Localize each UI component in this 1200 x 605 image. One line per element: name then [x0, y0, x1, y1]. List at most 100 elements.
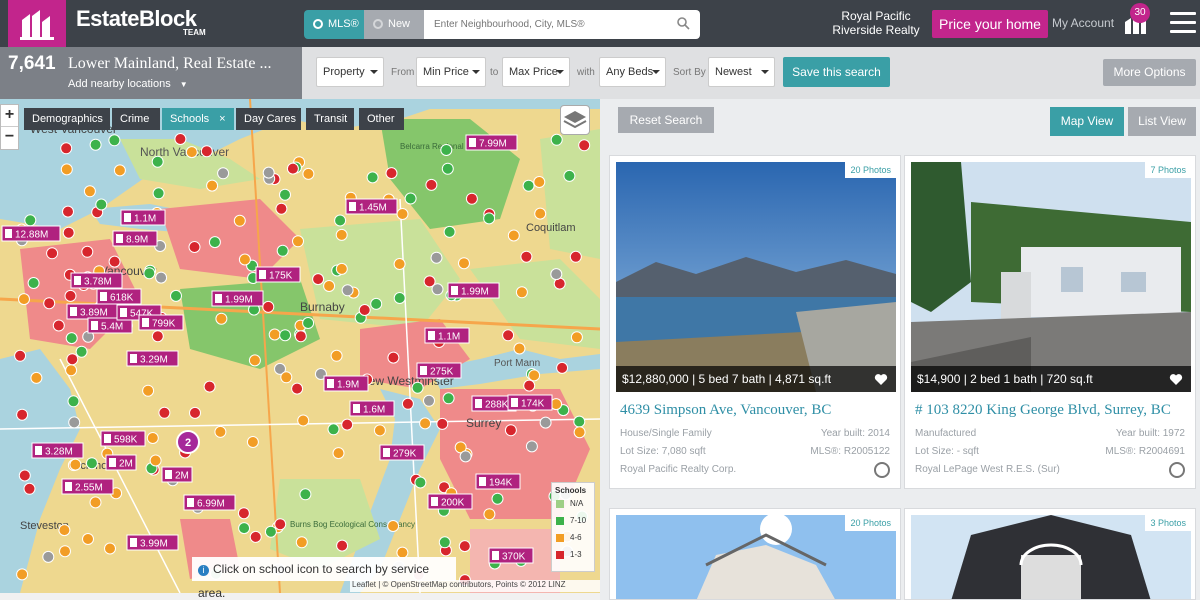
- school-marker[interactable]: [302, 317, 315, 329]
- school-marker[interactable]: [387, 351, 400, 364]
- school-marker[interactable]: [569, 250, 582, 263]
- price-marker[interactable]: 275K: [416, 362, 462, 379]
- school-marker[interactable]: [423, 275, 436, 288]
- filter-crime[interactable]: Crime: [112, 108, 160, 130]
- school-marker[interactable]: [214, 425, 227, 438]
- price-marker[interactable]: 3.78M: [70, 272, 123, 289]
- price-marker[interactable]: 3.89M: [66, 303, 119, 320]
- school-marker[interactable]: [60, 163, 73, 176]
- school-marker[interactable]: [425, 178, 438, 191]
- map-attribution[interactable]: Leaflet | © OpenStreetMap contributors, …: [350, 580, 600, 592]
- school-marker[interactable]: [82, 533, 94, 545]
- school-marker[interactable]: [60, 142, 73, 155]
- school-marker[interactable]: [249, 530, 262, 543]
- school-marker[interactable]: [550, 268, 563, 281]
- school-marker[interactable]: [67, 395, 80, 408]
- school-marker[interactable]: [174, 133, 187, 145]
- school-marker[interactable]: [286, 162, 299, 175]
- school-marker[interactable]: [42, 550, 55, 563]
- school-marker[interactable]: [16, 408, 29, 421]
- school-marker[interactable]: [465, 192, 478, 205]
- school-marker[interactable]: [238, 522, 251, 535]
- price-marker[interactable]: 2M: [105, 454, 137, 471]
- school-marker[interactable]: [504, 424, 517, 437]
- zoom-in-button[interactable]: +: [1, 105, 18, 127]
- favorite-heart-icon[interactable]: [1169, 373, 1183, 386]
- school-marker[interactable]: [573, 426, 586, 439]
- school-marker[interactable]: [248, 354, 261, 367]
- school-marker[interactable]: [65, 332, 78, 345]
- school-marker[interactable]: [440, 144, 453, 156]
- school-marker[interactable]: [62, 205, 74, 218]
- school-marker[interactable]: [280, 371, 293, 384]
- school-marker[interactable]: [550, 133, 563, 146]
- price-marker[interactable]: 1.9M: [323, 375, 369, 392]
- school-marker[interactable]: [142, 384, 155, 397]
- school-marker[interactable]: [113, 164, 126, 177]
- school-marker[interactable]: [155, 271, 168, 284]
- school-marker[interactable]: [341, 418, 354, 431]
- school-marker[interactable]: [366, 171, 379, 184]
- price-marker[interactable]: 8.9M: [112, 230, 158, 247]
- school-marker[interactable]: [332, 447, 345, 460]
- school-marker[interactable]: [295, 536, 308, 549]
- school-marker[interactable]: [443, 225, 456, 238]
- school-marker[interactable]: [238, 253, 251, 266]
- school-marker[interactable]: [23, 482, 36, 495]
- map-view-button[interactable]: Map View: [1050, 107, 1124, 136]
- price-marker[interactable]: 1.99M: [211, 290, 264, 307]
- price-marker[interactable]: 6.99M: [183, 494, 236, 511]
- school-marker[interactable]: [291, 382, 304, 395]
- school-marker[interactable]: [233, 214, 246, 227]
- school-marker[interactable]: [264, 525, 277, 538]
- price-marker[interactable]: 1.1M: [424, 327, 470, 344]
- school-marker[interactable]: [151, 155, 164, 168]
- price-marker[interactable]: 194K: [475, 473, 521, 490]
- school-marker[interactable]: [483, 508, 496, 521]
- school-marker[interactable]: [279, 329, 292, 342]
- school-marker[interactable]: [30, 371, 43, 384]
- school-marker[interactable]: [146, 432, 159, 444]
- filter-other[interactable]: Other: [359, 108, 404, 130]
- filter-schools[interactable]: Schools ×: [162, 108, 234, 130]
- school-marker[interactable]: [203, 380, 216, 393]
- school-marker[interactable]: [14, 349, 27, 362]
- school-marker[interactable]: [108, 255, 121, 268]
- school-marker[interactable]: [85, 457, 98, 470]
- school-marker[interactable]: [442, 392, 455, 405]
- school-marker[interactable]: [513, 342, 526, 355]
- brand-logo[interactable]: EstateBlock TEAM: [8, 0, 208, 47]
- school-marker[interactable]: [16, 568, 29, 581]
- school-marker[interactable]: [515, 286, 528, 299]
- school-marker[interactable]: [396, 208, 409, 220]
- max-price-select[interactable]: Max Price: [502, 57, 570, 87]
- price-marker[interactable]: 200K: [427, 493, 473, 510]
- school-marker[interactable]: [274, 518, 287, 531]
- filter-demographics[interactable]: Demographics: [24, 108, 110, 130]
- search-input[interactable]: [424, 10, 700, 39]
- school-marker[interactable]: [104, 542, 116, 555]
- school-marker[interactable]: [393, 258, 406, 270]
- school-marker[interactable]: [262, 300, 275, 313]
- price-marker[interactable]: 3.99M: [126, 534, 179, 551]
- listing-address[interactable]: 4639 Simpson Ave, Vancouver, BC: [620, 402, 831, 419]
- search-icon[interactable]: [677, 17, 690, 30]
- school-marker[interactable]: [438, 536, 451, 549]
- school-marker[interactable]: [441, 162, 454, 175]
- school-marker[interactable]: [69, 458, 82, 471]
- school-marker[interactable]: [206, 179, 219, 192]
- school-marker[interactable]: [419, 417, 432, 430]
- school-marker[interactable]: [143, 267, 156, 280]
- listing-photo[interactable]: 20 Photos $12,880,000 | 5 bed 7 bath | 4…: [616, 162, 896, 392]
- school-marker[interactable]: [58, 524, 71, 537]
- price-marker[interactable]: 1.1M: [120, 209, 166, 226]
- school-marker[interactable]: [268, 328, 281, 341]
- listing-photo[interactable]: 20 Photos: [616, 515, 896, 599]
- school-marker[interactable]: [458, 540, 471, 553]
- school-marker[interactable]: [149, 454, 162, 467]
- price-marker[interactable]: 618K: [96, 288, 142, 305]
- filter-transit[interactable]: Transit: [306, 108, 354, 130]
- school-marker[interactable]: [81, 245, 94, 258]
- school-marker[interactable]: [151, 330, 164, 343]
- school-marker[interactable]: [299, 488, 312, 501]
